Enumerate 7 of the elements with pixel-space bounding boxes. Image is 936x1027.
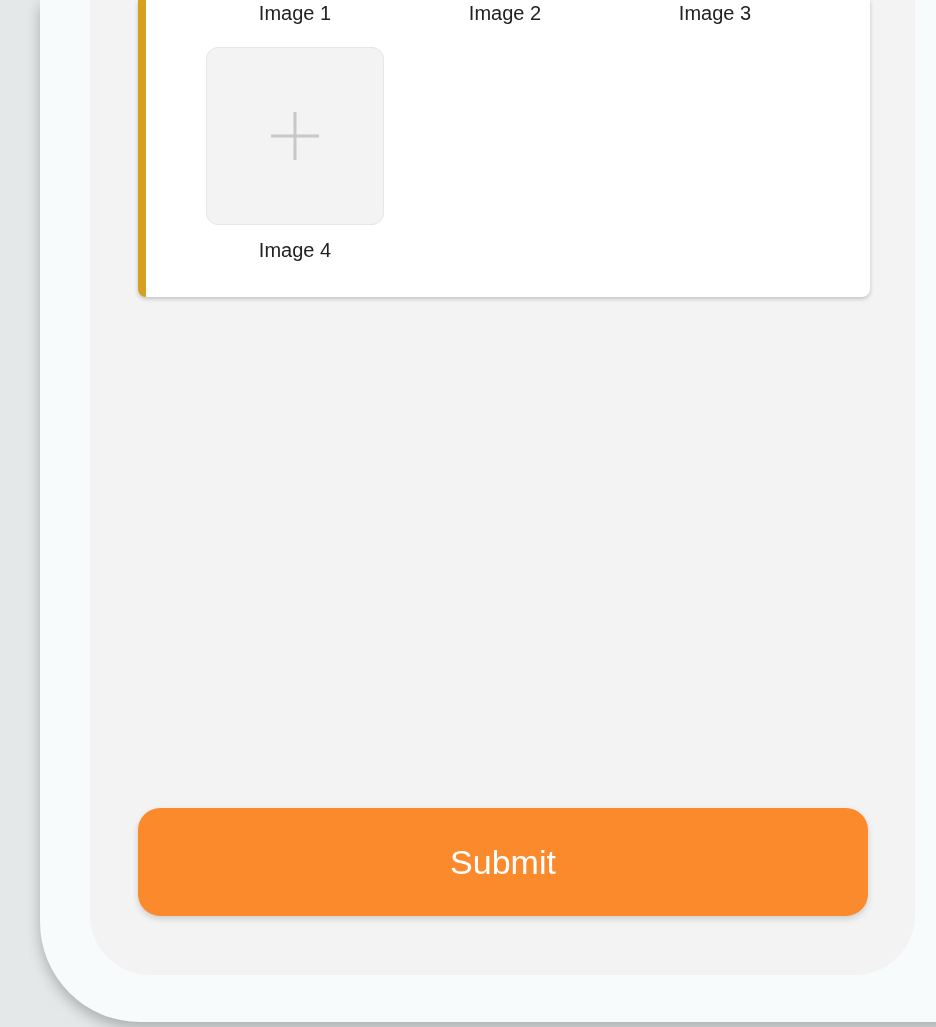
image-label: Image 3: [678, 1, 752, 26]
image-label: Image 2: [468, 1, 542, 26]
submit-button[interactable]: Submit: [138, 808, 868, 916]
image-label: Image 4: [258, 238, 332, 263]
add-image-button[interactable]: [206, 47, 384, 225]
plus-icon: [269, 110, 321, 162]
image-label: Image 1: [258, 1, 332, 26]
